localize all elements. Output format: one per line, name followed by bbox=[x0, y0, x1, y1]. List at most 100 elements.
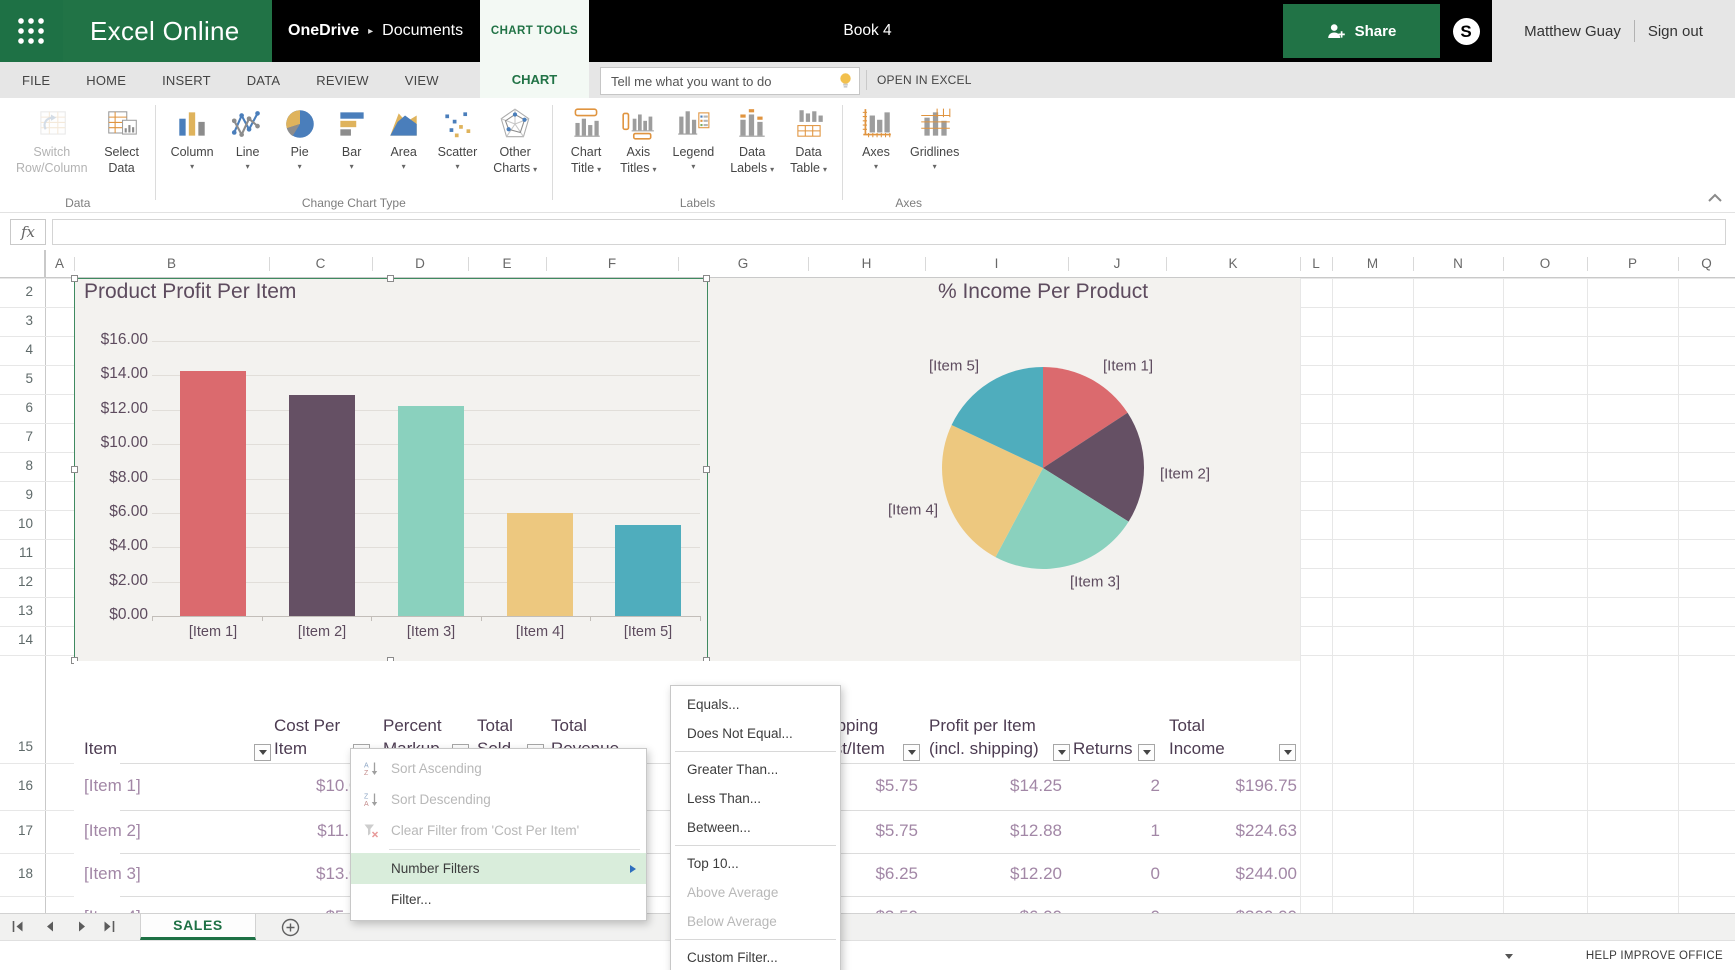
row-header-14[interactable]: 14 bbox=[0, 631, 45, 649]
column-header-H[interactable]: H bbox=[808, 250, 925, 278]
cell-cost_per_item-row17[interactable]: $11.50 bbox=[168, 819, 368, 843]
column-header-M[interactable]: M bbox=[1332, 250, 1413, 278]
row-header-5[interactable]: 5 bbox=[0, 370, 45, 388]
tell-me-box[interactable]: Tell me what you want to do bbox=[600, 67, 860, 95]
table-header-I[interactable]: Profit per Item bbox=[929, 714, 1036, 737]
formula-input[interactable] bbox=[52, 219, 1726, 245]
column-header-B[interactable]: B bbox=[74, 250, 269, 278]
column-header-C[interactable]: C bbox=[269, 250, 372, 278]
row-header-17[interactable]: 17 bbox=[0, 822, 45, 840]
filter-dropdown-I[interactable] bbox=[1053, 744, 1070, 761]
document-title[interactable]: Book 4 bbox=[650, 0, 1085, 62]
sign-out-link[interactable]: Sign out bbox=[1648, 23, 1703, 40]
filter-dropdown-J[interactable] bbox=[1138, 744, 1155, 761]
cell-total_income-row18[interactable]: $244.00 bbox=[1097, 862, 1297, 886]
selection-handle[interactable] bbox=[387, 275, 394, 282]
row-header-13[interactable]: 13 bbox=[0, 602, 45, 620]
breadcrumb-current[interactable]: Documents bbox=[382, 22, 463, 40]
row-header-6[interactable]: 6 bbox=[0, 399, 45, 417]
add-sheet-button[interactable] bbox=[281, 918, 300, 942]
select-data-button[interactable]: Select Data bbox=[96, 106, 148, 176]
row-header-2[interactable]: 2 bbox=[0, 283, 45, 301]
open-in-excel-button[interactable]: OPEN IN EXCEL bbox=[877, 62, 972, 98]
column-header-F[interactable]: F bbox=[546, 250, 678, 278]
status-dropdown-caret-icon[interactable] bbox=[1505, 954, 1513, 959]
row-header-8[interactable]: 8 bbox=[0, 457, 45, 475]
bar-button[interactable]: Bar ▾ bbox=[326, 106, 378, 171]
row-header-12[interactable]: 12 bbox=[0, 573, 45, 591]
row-header-18[interactable]: 18 bbox=[0, 865, 45, 883]
next-sheet-button[interactable] bbox=[74, 919, 94, 935]
row-header-10[interactable]: 10 bbox=[0, 515, 45, 533]
collapse-ribbon-button[interactable] bbox=[1707, 190, 1723, 965]
pie-button[interactable]: Pie ▾ bbox=[274, 106, 326, 171]
row-header-11[interactable]: 11 bbox=[0, 544, 45, 562]
row-header-16[interactable]: 16 bbox=[0, 777, 45, 795]
data-labels-button[interactable]: Data Labels ▾ bbox=[722, 106, 782, 176]
tab-chart[interactable]: CHART bbox=[480, 62, 589, 98]
area-button[interactable]: Area ▾ bbox=[378, 106, 430, 171]
table-header-F[interactable]: Total bbox=[551, 714, 587, 737]
table-header-C[interactable]: Item bbox=[274, 737, 307, 760]
bar-item-2[interactable] bbox=[289, 394, 355, 616]
menu-item-filter[interactable]: Filter... bbox=[351, 884, 646, 915]
menu-tab-data[interactable]: DATA bbox=[247, 73, 281, 88]
filter-dropdown-K[interactable] bbox=[1279, 744, 1296, 761]
first-sheet-button[interactable] bbox=[10, 919, 30, 935]
table-header-E[interactable]: Total bbox=[477, 714, 513, 737]
bar-item-1[interactable] bbox=[180, 371, 246, 616]
row-header-15[interactable]: 15 bbox=[0, 738, 45, 756]
column-header-J[interactable]: J bbox=[1068, 250, 1166, 278]
app-launcher-waffle-icon[interactable] bbox=[0, 0, 63, 62]
column-header-N[interactable]: N bbox=[1413, 250, 1503, 278]
table-header-K[interactable]: Income bbox=[1169, 737, 1225, 760]
column-header-A[interactable]: A bbox=[45, 250, 74, 278]
table-header-J[interactable]: Returns bbox=[1073, 737, 1133, 760]
menu-tab-view[interactable]: VIEW bbox=[405, 73, 439, 88]
skype-button[interactable]: S bbox=[1440, 0, 1492, 62]
cell-item-row18[interactable]: [Item 3] bbox=[84, 862, 141, 886]
help-improve-office-link[interactable]: HELP IMPROVE OFFICE bbox=[1586, 941, 1723, 970]
submenu-item-less-than[interactable]: Less Than... bbox=[671, 784, 840, 813]
column-button[interactable]: Column ▾ bbox=[163, 106, 222, 171]
user-name[interactable]: Matthew Guay bbox=[1524, 23, 1621, 40]
fx-button[interactable]: fx bbox=[10, 219, 46, 245]
bar-chart-product-profit[interactable]: Product Profit Per Item $16.00 $14.00 $12.0… bbox=[74, 278, 707, 661]
legend-button[interactable]: Legend ▾ bbox=[665, 106, 723, 171]
menu-tab-home[interactable]: HOME bbox=[86, 73, 126, 88]
row-header-4[interactable]: 4 bbox=[0, 341, 45, 359]
gridlines-button[interactable]: Gridlines ▾ bbox=[902, 106, 967, 171]
selection-handle[interactable] bbox=[703, 466, 710, 473]
cell-item-row16[interactable]: [Item 1] bbox=[84, 774, 141, 798]
share-button[interactable]: Share bbox=[1283, 4, 1440, 58]
row-header-7[interactable]: 7 bbox=[0, 428, 45, 446]
menu-item-number-filters[interactable]: Number Filters bbox=[351, 853, 646, 884]
scatter-button[interactable]: Scatter ▾ bbox=[430, 106, 486, 171]
chart-title-button[interactable]: Chart Title ▾ bbox=[560, 106, 612, 176]
column-header-E[interactable]: E bbox=[468, 250, 546, 278]
previous-sheet-button[interactable] bbox=[42, 919, 62, 935]
bar-item-4[interactable] bbox=[507, 512, 573, 616]
table-header-C[interactable]: Cost Per bbox=[274, 714, 340, 737]
axis-titles-button[interactable]: Axis Titles ▾ bbox=[612, 106, 664, 176]
menu-tab-file[interactable]: FILE bbox=[22, 73, 50, 88]
table-header-K[interactable]: Total bbox=[1169, 714, 1205, 737]
filter-dropdown-H[interactable] bbox=[903, 744, 920, 761]
selection-handle[interactable] bbox=[703, 275, 710, 282]
sheet-tab-sales[interactable]: SALES bbox=[140, 914, 256, 940]
submenu-item-greater-than[interactable]: Greater Than... bbox=[671, 755, 840, 784]
submenu-item-equals[interactable]: Equals... bbox=[671, 690, 840, 719]
submenu-item-between[interactable]: Between... bbox=[671, 813, 840, 842]
column-header-P[interactable]: P bbox=[1587, 250, 1678, 278]
submenu-item-custom-filter[interactable]: Custom Filter... bbox=[671, 943, 840, 970]
submenu-item-does-not-equal[interactable]: Does Not Equal... bbox=[671, 719, 840, 748]
bar-item-5[interactable] bbox=[615, 524, 681, 616]
data-table-button[interactable]: Data Table ▾ bbox=[782, 106, 835, 176]
selection-handle[interactable] bbox=[71, 275, 78, 282]
menu-tab-review[interactable]: REVIEW bbox=[316, 73, 368, 88]
cell-cost_per_item-row18[interactable]: $13.00 bbox=[168, 862, 368, 886]
pie-chart-income-per-product[interactable]: % Income Per Product [Item 1] [Item 2] [Ite… bbox=[707, 278, 1300, 661]
table-header-D[interactable]: Percent bbox=[383, 714, 442, 737]
select-all-corner[interactable] bbox=[0, 250, 45, 278]
cell-total_income-row17[interactable]: $224.63 bbox=[1097, 819, 1297, 843]
